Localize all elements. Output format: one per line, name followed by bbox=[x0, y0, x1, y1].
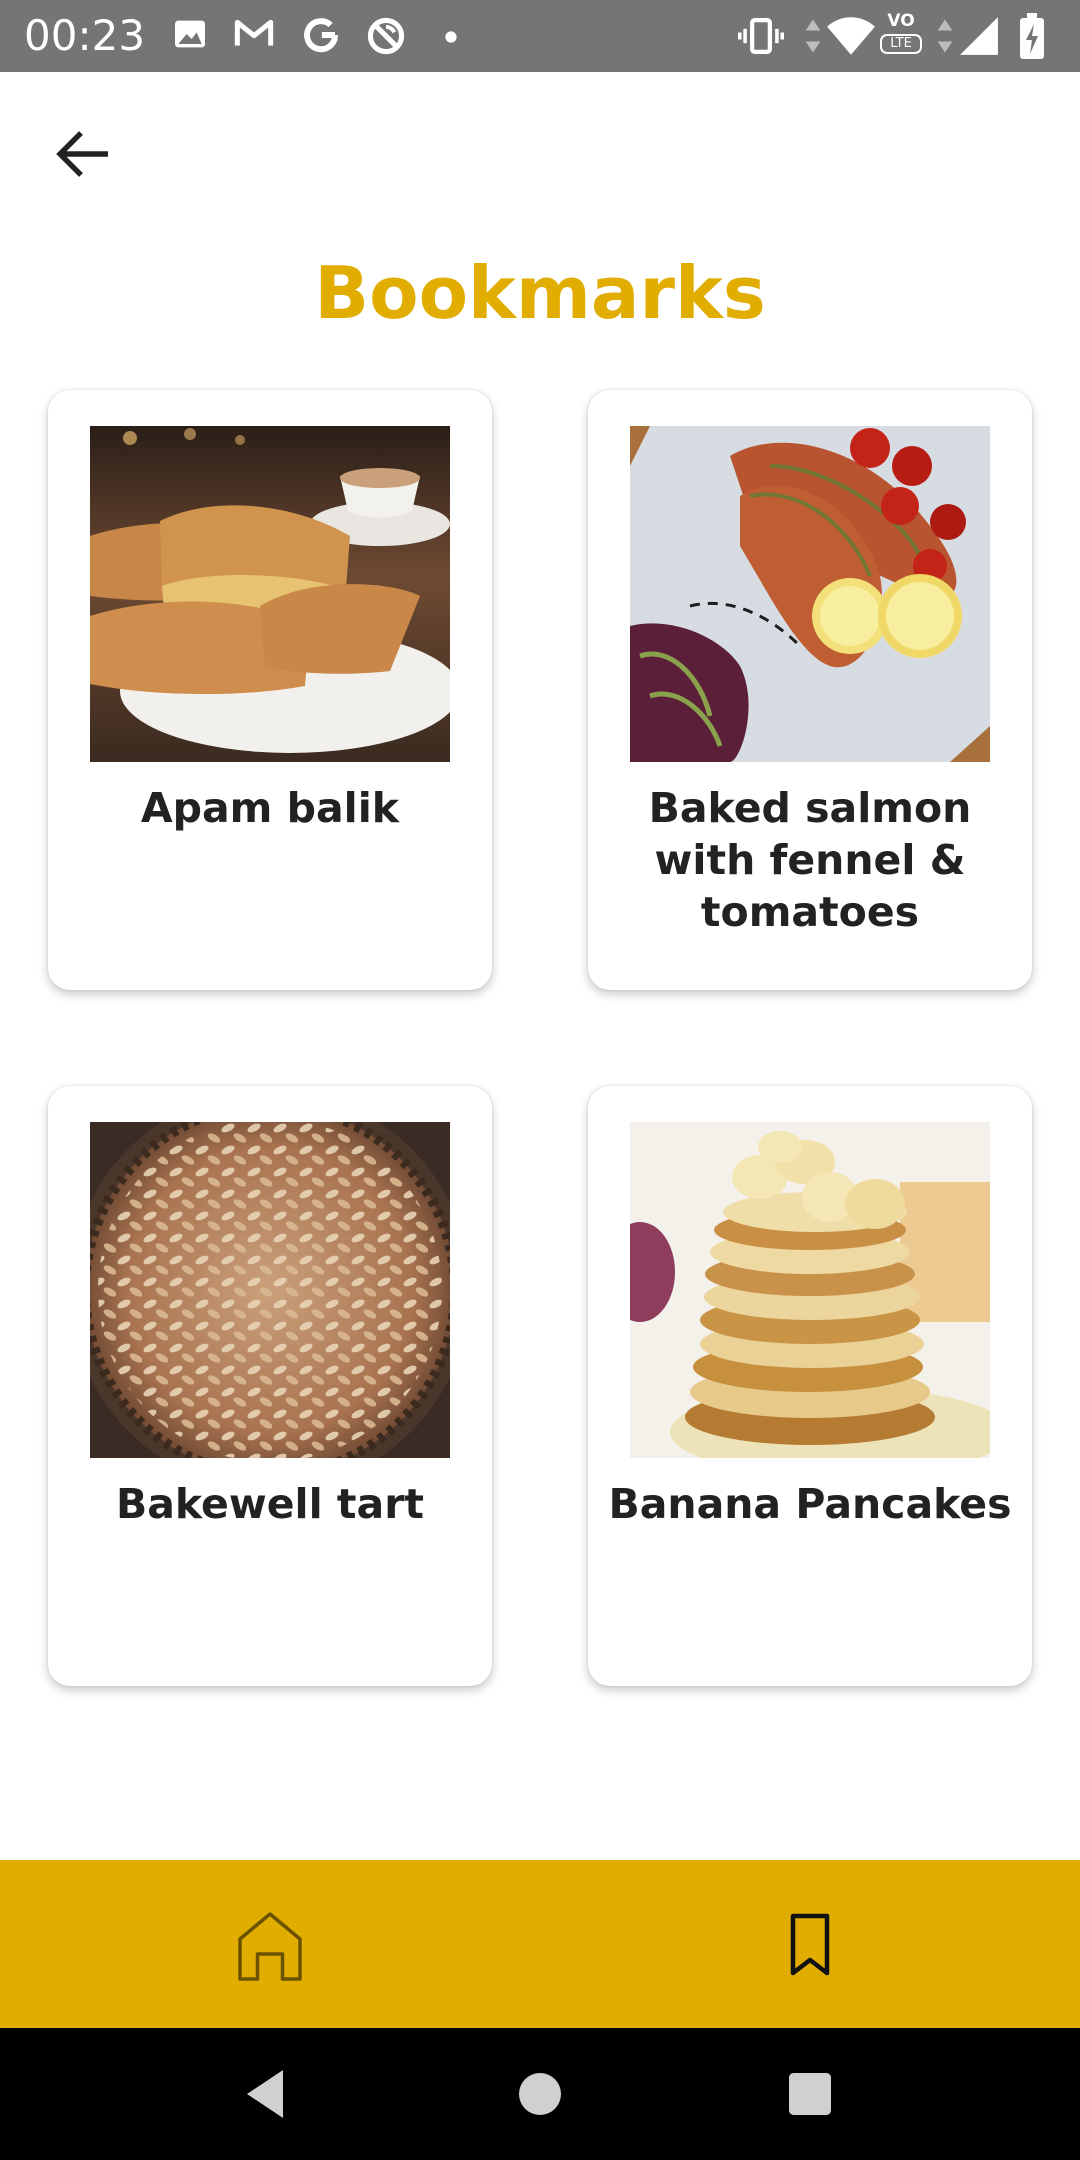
back-button[interactable] bbox=[48, 118, 120, 190]
nav-bookmarks-button[interactable] bbox=[750, 1884, 870, 2004]
bottom-nav bbox=[0, 1860, 1080, 2028]
recipe-image bbox=[90, 1122, 450, 1458]
dot-icon bbox=[445, 31, 457, 43]
home-icon bbox=[238, 1912, 302, 1981]
nav-home-button[interactable] bbox=[210, 1884, 330, 2004]
recipe-title: Bakewell tart bbox=[115, 1480, 425, 1528]
recipe-title: Apam balik bbox=[140, 784, 400, 832]
back-triangle-icon bbox=[247, 2070, 283, 2118]
no-sync-icon bbox=[367, 17, 405, 55]
volte-icon: VO LTE bbox=[880, 12, 922, 60]
vibrate-icon bbox=[738, 17, 784, 55]
google-icon bbox=[304, 18, 338, 53]
recipe-image bbox=[630, 426, 990, 762]
status-time: 00:23 bbox=[24, 11, 146, 60]
wifi-icon bbox=[827, 17, 875, 55]
system-nav-bar bbox=[0, 2028, 1080, 2160]
system-back-button[interactable] bbox=[232, 2058, 304, 2130]
bookmark-card[interactable]: Baked salmon with fennel & tomatoes bbox=[588, 390, 1032, 990]
status-bar: 00:23 VO LTE bbox=[0, 0, 1080, 72]
bookmark-card[interactable]: Banana Pancakes bbox=[588, 1086, 1032, 1686]
bookmark-icon bbox=[790, 1913, 830, 1976]
data-arrows-icon bbox=[805, 19, 821, 53]
recipe-image bbox=[90, 426, 450, 762]
system-recents-button[interactable] bbox=[774, 2058, 846, 2130]
arrow-left-icon bbox=[56, 131, 108, 177]
recipe-image bbox=[630, 1122, 990, 1458]
page-title: Bookmarks bbox=[314, 251, 766, 335]
gmail-icon bbox=[234, 19, 274, 46]
home-circle-icon bbox=[519, 2073, 561, 2115]
recipe-title: Baked salmon with fennel & tomatoes bbox=[648, 784, 972, 936]
bookmark-card[interactable]: Bakewell tart bbox=[48, 1086, 492, 1686]
recents-square-icon bbox=[789, 2073, 831, 2115]
signal-icon bbox=[960, 17, 998, 55]
recipe-title: Banana Pancakes bbox=[608, 1480, 1012, 1528]
data-arrows-2-icon bbox=[937, 19, 953, 53]
image-icon bbox=[175, 20, 205, 48]
battery-charging-icon bbox=[1020, 13, 1044, 59]
bookmark-card[interactable]: Apam balik bbox=[48, 390, 492, 990]
system-home-button[interactable] bbox=[504, 2058, 576, 2130]
